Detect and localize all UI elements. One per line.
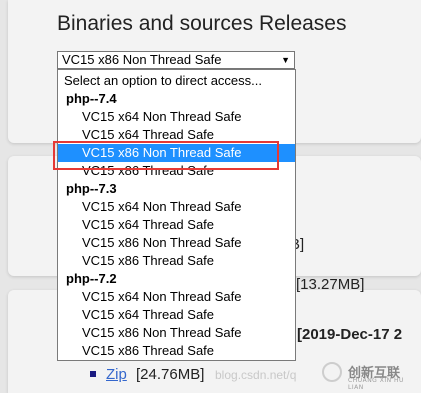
zip-download-link[interactable]: Zip <box>106 366 127 383</box>
option-group-label: php--7.2 <box>66 271 117 286</box>
release-select[interactable]: VC15 x86 Non Thread Safe ▼ <box>57 51 295 69</box>
option-item[interactable]: VC15 x64 Non Thread Safe <box>58 198 295 216</box>
option-item[interactable]: VC15 x86 Non Thread Safe <box>58 234 295 252</box>
list-bullet <box>90 371 96 377</box>
page-title: Binaries and sources Releases <box>57 12 347 35</box>
option-group-label: php--7.4 <box>66 91 117 106</box>
option-item[interactable]: VC15 x86 Thread Safe <box>58 342 295 360</box>
watermark-brand-sub: CHUANG XIN HU LIAN <box>348 377 404 391</box>
watermark-logo: 创新互联 CHUANG XIN HU LIAN <box>322 362 416 391</box>
option-item[interactable]: VC15 x64 Non Thread Safe <box>58 288 295 306</box>
option-item[interactable]: VC15 x64 Non Thread Safe <box>58 108 295 126</box>
watermark-logo-icon <box>322 362 342 382</box>
zip-size: [24.76MB] <box>136 366 205 383</box>
release-options-list[interactable]: Select an option to direct access... php… <box>57 69 296 361</box>
option-item[interactable]: VC15 x64 Thread Safe <box>58 306 295 324</box>
option-group-label: php--7.3 <box>66 181 117 196</box>
chevron-down-icon: ▼ <box>281 55 290 65</box>
selection-highlight-box <box>53 141 279 170</box>
release-select-value: VC15 x86 Non Thread Safe <box>62 52 222 67</box>
file-size: [13.27MB] <box>296 276 365 293</box>
release-date-heading: [2019-Dec-17 2 <box>297 326 403 343</box>
watermark-url: blog.csdn.net/q <box>215 368 297 382</box>
option-item[interactable]: VC15 x86 Non Thread Safe <box>58 324 295 342</box>
dropdown-placeholder[interactable]: Select an option to direct access... <box>58 72 295 90</box>
option-item[interactable]: VC15 x64 Thread Safe <box>58 216 295 234</box>
option-item[interactable]: VC15 x86 Thread Safe <box>58 252 295 270</box>
